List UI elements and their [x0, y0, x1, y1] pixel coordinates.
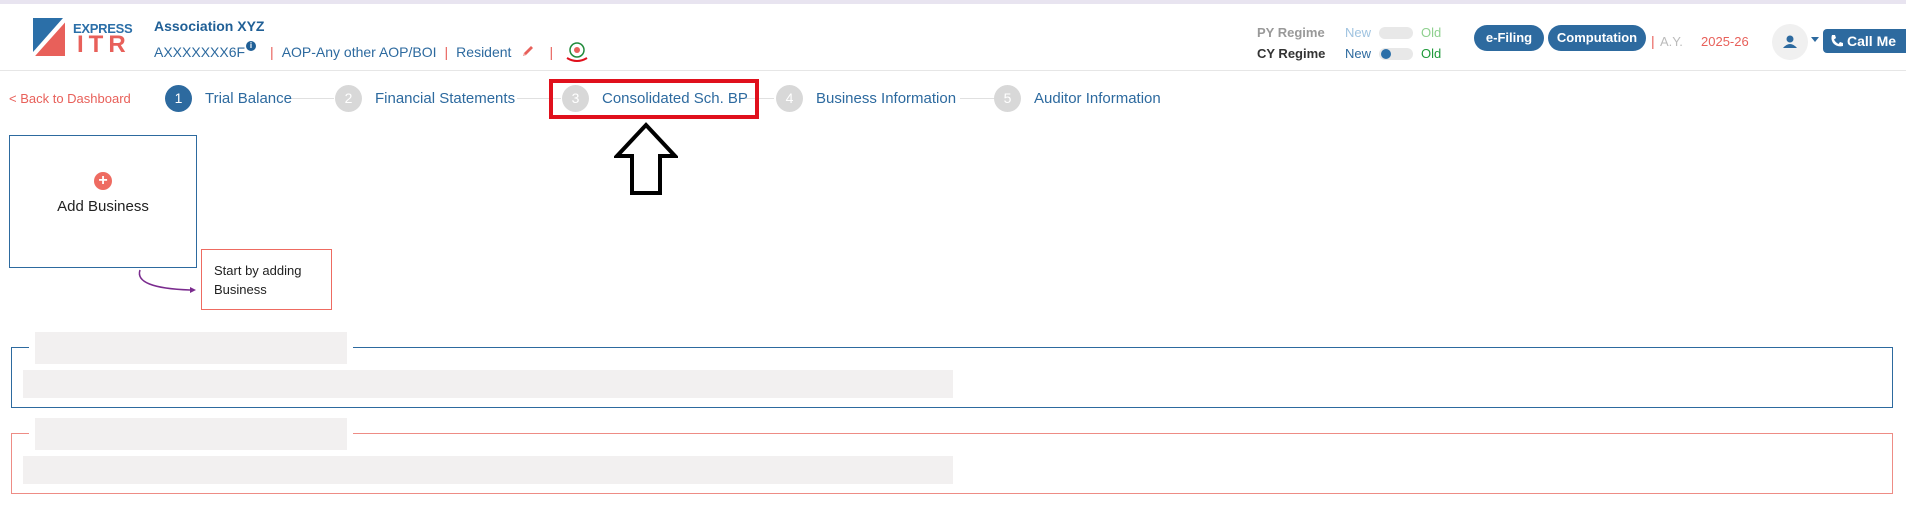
step-number: 1 [165, 84, 192, 112]
ay-value[interactable]: 2025-26 [1701, 34, 1749, 49]
step-label: Financial Statements [375, 89, 516, 107]
up-arrow-annotation-icon [614, 122, 678, 195]
separator: | [549, 44, 554, 60]
hint-tooltip: Start by adding Business [201, 249, 332, 310]
curved-arrow-icon [138, 269, 196, 293]
call-me-button[interactable]: Call Me [1823, 29, 1906, 53]
stepper-connector [960, 98, 996, 99]
separator: | [444, 44, 449, 60]
edit-pencil-icon[interactable] [521, 44, 535, 61]
add-business-card[interactable]: + Add Business [9, 135, 197, 268]
stepper-connector [290, 98, 334, 99]
efiling-button[interactable]: e-Filing [1474, 25, 1544, 51]
plus-circle-icon: + [94, 172, 112, 190]
chevron-down-icon[interactable] [1811, 37, 1819, 42]
computation-button[interactable]: Computation [1548, 25, 1646, 51]
step-number: 4 [776, 84, 803, 112]
step-number: 5 [994, 84, 1021, 112]
express-itr-logo[interactable]: EXPRESS ITR [33, 18, 137, 58]
toggle-knob [1381, 49, 1391, 59]
section-title-placeholder [29, 332, 353, 364]
step-trial-balance[interactable]: 1 Trial Balance [165, 84, 292, 112]
step-number: 2 [335, 84, 362, 112]
section-row-placeholder [23, 456, 953, 484]
separator: | [270, 44, 274, 60]
logo-mark-icon [33, 18, 69, 56]
section-group-placeholder [11, 418, 1893, 494]
assessee-status: AOP-Any other AOP/BOI [281, 44, 437, 60]
cy-regime-toggle[interactable] [1379, 48, 1413, 60]
highlight-annotation-box [549, 79, 759, 119]
assessee-name: Association XYZ [154, 18, 265, 34]
back-to-dashboard-link[interactable]: < Back to Dashboard [9, 91, 131, 106]
step-label: Trial Balance [205, 89, 292, 107]
step-label: Auditor Information [1034, 89, 1161, 107]
py-regime-new-label: New [1345, 25, 1372, 40]
step-auditor-information[interactable]: 5 Auditor Information [994, 84, 1161, 112]
call-me-label: Call Me [1847, 33, 1897, 49]
assessee-residency: Resident [456, 44, 512, 60]
app-header: EXPRESS ITR Association XYZ AXXXXXXX6F i… [0, 4, 1906, 71]
section-title-placeholder [29, 418, 353, 450]
py-regime-label: PY Regime [1257, 25, 1325, 40]
user-icon [1783, 35, 1797, 48]
section-group-placeholder [11, 332, 1893, 408]
cy-regime-label: CY Regime [1257, 46, 1326, 61]
income-tax-emblem-icon[interactable] [563, 41, 591, 63]
phone-icon [1831, 35, 1843, 47]
user-avatar[interactable] [1772, 24, 1808, 60]
section-row-placeholder [23, 370, 953, 398]
py-regime-old-label: Old [1421, 25, 1442, 40]
cy-regime-new-label: New [1345, 46, 1372, 61]
ay-label: A.Y. [1660, 34, 1683, 49]
separator: | [1651, 33, 1655, 49]
add-business-label: Add Business [57, 198, 149, 215]
assessee-pan: AXXXXXXX6F [154, 44, 246, 60]
py-regime-toggle [1379, 27, 1413, 39]
step-business-information[interactable]: 4 Business Information [776, 84, 957, 112]
logo-text-itr: ITR [77, 31, 131, 58]
assessee-details: AXXXXXXX6F i | AOP-Any other AOP/BOI | R… [154, 41, 591, 63]
step-financial-statements[interactable]: 2 Financial Statements [335, 84, 516, 112]
info-icon[interactable]: i [246, 41, 257, 51]
step-label: Business Information [816, 89, 957, 107]
cy-regime-old-label: Old [1421, 46, 1442, 61]
